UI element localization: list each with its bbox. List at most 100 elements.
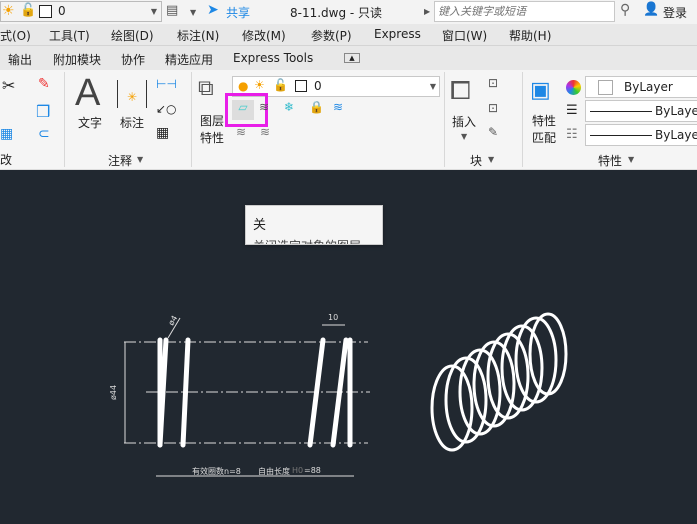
color-swatch xyxy=(295,80,307,92)
layer-properties-button[interactable]: 图层 特性 xyxy=(200,113,224,147)
menu-express[interactable]: Express xyxy=(374,27,421,41)
outer-diameter-label: ø44 xyxy=(109,384,119,401)
insert-block-icon[interactable]: ⧠ xyxy=(450,76,471,107)
ribbon: ✂ ✎ ❒ ▦ ⊂ 改 A 文字 ✳ 标注 ⊢⊣ ↙○ ▦ 注释 ▼ ⧉ 图层 … xyxy=(0,70,697,245)
layer-lock-icon[interactable]: 🔒 xyxy=(309,100,324,114)
menu-draw[interactable]: 绘图(D) xyxy=(111,27,154,44)
menu-parameter[interactable]: 参数(P) xyxy=(311,27,352,44)
tab-addins[interactable]: 附加模块 xyxy=(53,51,101,68)
user-icon[interactable]: 👤 xyxy=(643,2,659,17)
bulb-icon: ● xyxy=(238,79,249,93)
menu-modify[interactable]: 修改(M) xyxy=(242,27,286,44)
chevron-down-icon: ▼ xyxy=(150,7,157,16)
text-button[interactable]: 文字 xyxy=(78,114,102,131)
menu-tools[interactable]: 工具(T) xyxy=(49,27,90,44)
menu-dimension[interactable]: 标注(N) xyxy=(177,27,219,44)
box-icon[interactable]: ❒ xyxy=(36,102,50,121)
divider xyxy=(522,72,523,167)
tooltip: 关 关闭选定对象的图层 xyxy=(245,205,383,245)
menu-help[interactable]: 帮助(H) xyxy=(509,27,551,44)
linetype-icon[interactable]: ☷ xyxy=(566,127,578,142)
lineweight-icon[interactable]: ☰ xyxy=(566,103,578,118)
search-input[interactable] xyxy=(434,1,615,22)
leader-icon[interactable]: ↙○ xyxy=(156,102,177,116)
pitch-label: 10 xyxy=(328,313,339,322)
modify-panel-label[interactable]: 改 xyxy=(0,151,12,168)
workspace-icon[interactable]: ▤ xyxy=(166,3,178,18)
line-sample xyxy=(590,111,652,112)
login-button[interactable]: 登录 xyxy=(663,4,687,21)
sun-icon: ☀ xyxy=(254,78,265,92)
share-icon[interactable]: ➤ xyxy=(207,2,219,18)
layer-freeze-icon[interactable]: ❄ xyxy=(284,100,294,114)
free-length-value: =88 xyxy=(304,466,321,475)
offset-icon[interactable]: ⊂ xyxy=(38,126,50,142)
menu-bar: 式(O) 工具(T) 绘图(D) 标注(N) 修改(M) 参数(P) Expre… xyxy=(0,24,697,46)
lineweight-value: ByLayer xyxy=(655,104,697,118)
text-icon[interactable]: A xyxy=(75,72,100,115)
layer-match-icon[interactable]: ≋ xyxy=(333,100,343,114)
lineweight-dropdown[interactable]: ByLayer xyxy=(585,100,697,122)
create-block-icon[interactable]: ⊡ xyxy=(488,76,498,90)
chevron-right-icon[interactable]: ▶ xyxy=(424,7,430,16)
menu-format[interactable]: 式(O) xyxy=(0,27,31,44)
free-length-label: 自由长度 xyxy=(258,467,290,476)
edit-attributes-icon[interactable]: ✎ xyxy=(488,125,498,139)
tab-featured-apps[interactable]: 精选应用 xyxy=(165,51,213,68)
h0-label: H0 xyxy=(292,466,304,475)
annotation-panel-label[interactable]: 注释 xyxy=(108,152,132,169)
tab-collaborate[interactable]: 协作 xyxy=(121,51,145,68)
linetype-dropdown[interactable]: ByLayer xyxy=(585,124,697,146)
tooltip-title: 关 xyxy=(253,218,267,233)
color-wheel-icon[interactable] xyxy=(566,80,581,95)
line-sample xyxy=(590,135,652,136)
divider xyxy=(64,72,65,167)
layer-value: 0 xyxy=(314,79,322,93)
properties-panel-label[interactable]: 特性 xyxy=(598,152,622,169)
layer-dropdown[interactable]: 0 ▼ xyxy=(0,1,162,22)
title-bar: ☀ 🔓 0 ▼ ▤ ▼ ➤ 共享 8-11.dwg - 只读 ▶ ⚲ 👤 登录 xyxy=(0,0,697,24)
ribbon-tabs: 输出 附加模块 协作 精选应用 Express Tools ▲ xyxy=(0,46,697,70)
layer-value: 0 xyxy=(58,4,66,18)
menu-window[interactable]: 窗口(W) xyxy=(442,27,487,44)
layer-isolate-icon[interactable]: ≋ xyxy=(259,100,269,114)
chevron-down-icon: ▼ xyxy=(429,82,436,91)
tab-express-tools[interactable]: Express Tools xyxy=(233,51,313,65)
chevron-down-icon[interactable]: ▼ xyxy=(488,155,494,164)
layer-unisolate-icon[interactable]: ≋ xyxy=(260,125,270,139)
color-swatch xyxy=(598,80,613,95)
search-icon[interactable]: ⚲ xyxy=(620,2,630,18)
chevron-down-icon[interactable]: ▼ xyxy=(461,132,467,141)
layer-on-icon[interactable]: ≋ xyxy=(236,125,246,139)
dimension-button[interactable]: 标注 xyxy=(120,114,144,131)
divider xyxy=(444,72,445,167)
dimension-icon[interactable]: ✳ xyxy=(117,80,147,108)
chevron-down-icon[interactable]: ▼ xyxy=(190,8,196,17)
share-button[interactable]: 共享 xyxy=(226,4,250,21)
block-panel-label[interactable]: 块 xyxy=(470,152,482,169)
panel-toggle-button[interactable]: ▲ xyxy=(344,53,360,63)
chevron-down-icon[interactable]: ▼ xyxy=(137,155,143,164)
chevron-down-icon[interactable]: ▼ xyxy=(628,155,634,164)
erase-icon[interactable]: ✎ xyxy=(38,76,50,92)
array-icon[interactable]: ▦ xyxy=(0,126,13,142)
unlock-icon: 🔓 xyxy=(273,78,288,92)
document-title: 8-11.dwg - 只读 xyxy=(290,6,383,20)
layer-off-button[interactable]: ▱ xyxy=(232,100,254,120)
tab-output[interactable]: 输出 xyxy=(8,51,32,68)
match-properties-button[interactable]: 特性 匹配 xyxy=(532,113,556,147)
divider xyxy=(191,72,192,167)
linetype-value: ByLayer xyxy=(655,128,697,142)
insert-button[interactable]: 插入 xyxy=(452,113,476,130)
spring-3d xyxy=(430,312,568,452)
match-properties-icon[interactable]: ▣ xyxy=(530,78,551,103)
scissors-icon[interactable]: ✂ xyxy=(2,76,15,95)
layer-properties-icon[interactable]: ⧉ xyxy=(198,76,214,101)
color-dropdown[interactable]: ByLayer xyxy=(585,76,697,98)
edit-block-icon[interactable]: ⊡ xyxy=(488,101,498,115)
coil-count-label: 有效圈数n=8 xyxy=(192,467,241,476)
tooltip-description: 关闭选定对象的图层 xyxy=(253,237,361,244)
table-icon[interactable]: ▦ xyxy=(156,125,169,141)
color-swatch xyxy=(39,5,52,18)
linear-dim-icon[interactable]: ⊢⊣ xyxy=(156,77,177,91)
